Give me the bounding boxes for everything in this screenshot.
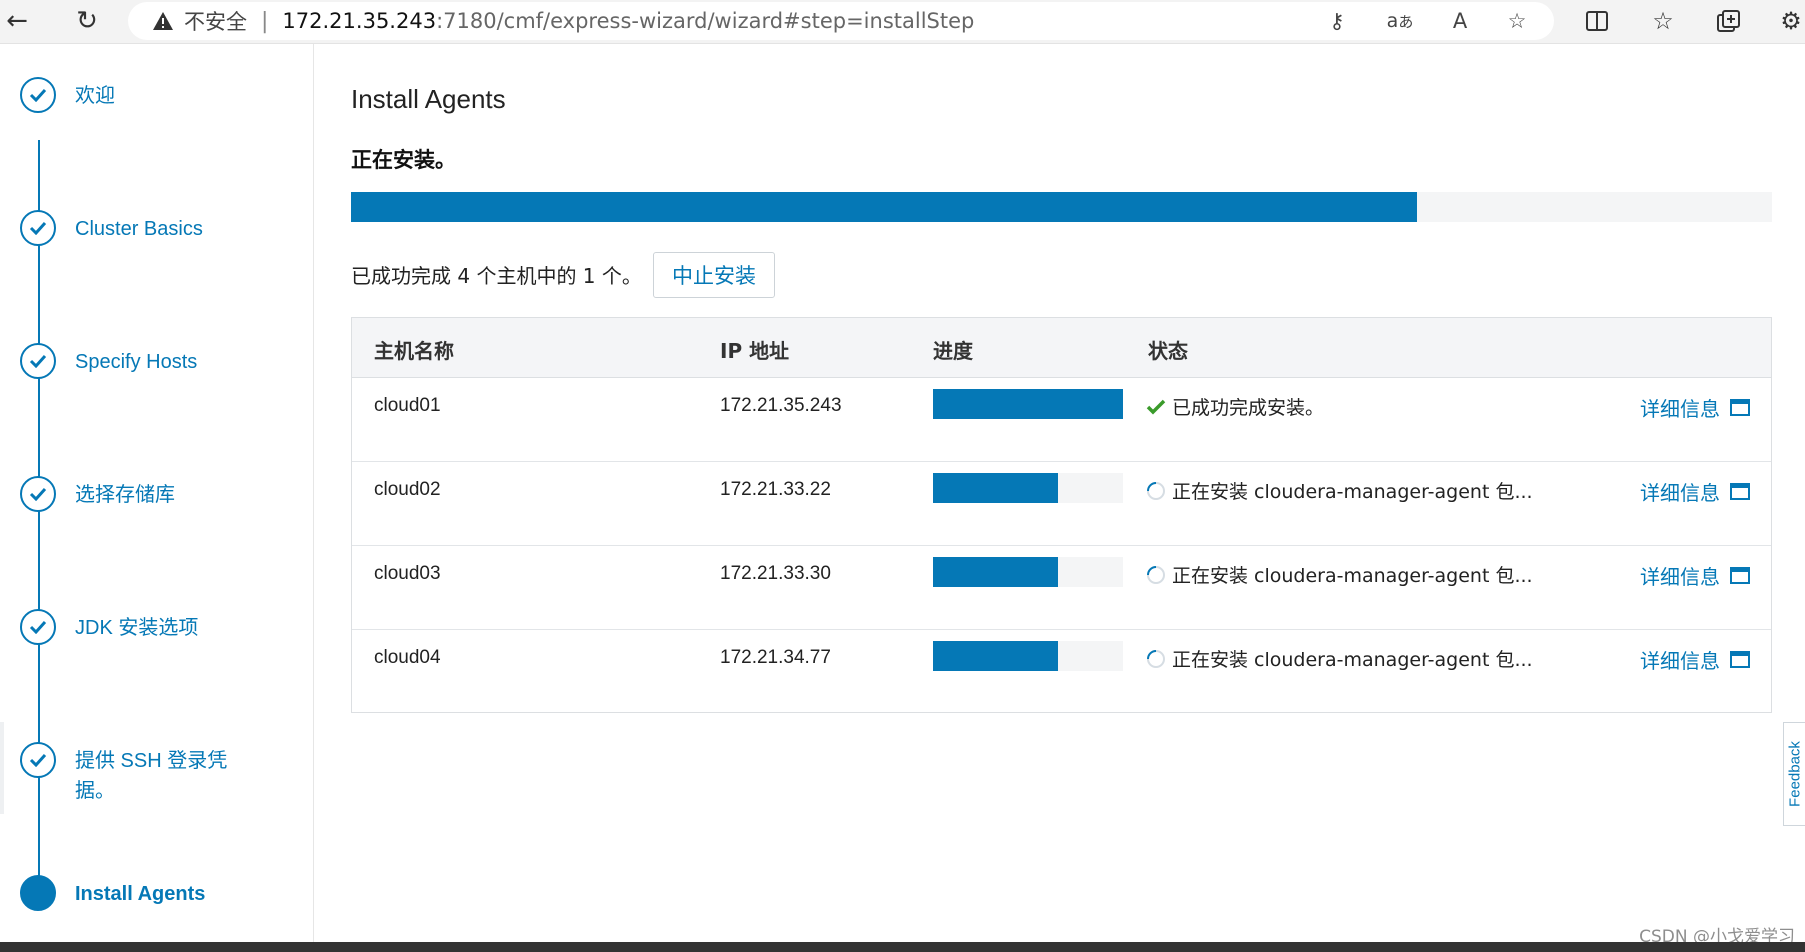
warning-icon	[153, 12, 173, 30]
feedback-tab[interactable]: Feedback	[1783, 722, 1805, 826]
host-progress-fill	[933, 473, 1059, 503]
step-label: 选择存储库	[75, 484, 175, 506]
host-progress-bar	[933, 557, 1123, 587]
split-screen-icon[interactable]	[1580, 4, 1614, 38]
host-status: 正在安装 cloudera-manager-agent 包...	[1146, 477, 1533, 504]
column-header-ip: IP 地址	[720, 339, 790, 363]
key-icon[interactable]: ⚷	[1320, 4, 1354, 38]
host-status: 正在安装 cloudera-manager-agent 包...	[1146, 561, 1533, 588]
step-ssh-credentials[interactable]: 提供 SSH 登录凭据。	[20, 742, 265, 806]
table-row: cloud04 172.21.34.77 正在安装 cloudera-manag…	[352, 631, 1771, 714]
window-icon	[1730, 399, 1750, 416]
url-path: :7180/cmf/express-wizard/wizard#step=ins…	[436, 9, 975, 33]
overall-progress-bar	[351, 192, 1772, 222]
check-icon	[20, 343, 56, 379]
left-feedback-tab[interactable]	[0, 722, 4, 814]
host-ip: 172.21.35.243	[720, 395, 842, 416]
refresh-icon[interactable]: ↻	[70, 4, 104, 38]
host-name: cloud02	[374, 479, 441, 500]
step-label: Install Agents	[75, 883, 206, 905]
active-step-dot-icon	[20, 875, 56, 911]
host-status-text: 正在安装 cloudera-manager-agent 包...	[1172, 481, 1533, 503]
host-progress-fill	[933, 557, 1059, 587]
favorites-list-icon[interactable]: ☆	[1646, 4, 1680, 38]
step-welcome[interactable]: 欢迎	[20, 77, 265, 113]
host-status-text: 正在安装 cloudera-manager-agent 包...	[1172, 565, 1533, 587]
favorite-star-icon[interactable]: ☆	[1500, 4, 1534, 38]
step-label: 提供 SSH 登录凭据。	[75, 750, 228, 802]
host-table: 主机名称 IP 地址 进度 状态 cloud01 172.21.35.243 已…	[351, 317, 1772, 713]
step-jdk-options[interactable]: JDK 安装选项	[20, 609, 265, 645]
step-specify-hosts[interactable]: Specify Hosts	[20, 343, 265, 379]
table-row: cloud03 172.21.33.30 正在安装 cloudera-manag…	[352, 547, 1771, 630]
step-cluster-basics[interactable]: Cluster Basics	[20, 210, 265, 246]
step-install-agents[interactable]: Install Agents	[20, 875, 265, 911]
install-status-heading: 正在安装。	[351, 148, 456, 172]
details-link[interactable]: 详细信息	[1640, 561, 1750, 590]
step-label: Specify Hosts	[75, 351, 198, 373]
host-progress-fill	[933, 641, 1059, 671]
host-ip: 172.21.33.30	[720, 563, 831, 584]
host-ip: 172.21.33.22	[720, 479, 831, 500]
column-header-status: 状态	[1148, 339, 1188, 363]
overall-progress-fill	[351, 192, 1417, 222]
host-status-text: 正在安装 cloudera-manager-agent 包...	[1172, 649, 1533, 671]
host-status: 正在安装 cloudera-manager-agent 包...	[1146, 645, 1533, 672]
collections-icon[interactable]	[1712, 4, 1746, 38]
table-header: 主机名称 IP 地址 进度 状态	[352, 318, 1771, 378]
install-summary: 已成功完成 4 个主机中的 1 个。	[351, 264, 642, 288]
check-icon	[20, 476, 56, 512]
table-row: cloud02 172.21.33.22 正在安装 cloudera-manag…	[352, 463, 1771, 546]
window-icon	[1730, 483, 1750, 500]
spinner-icon	[1146, 649, 1166, 669]
extensions-icon[interactable]: ⚙	[1774, 4, 1805, 38]
host-name: cloud01	[374, 395, 441, 416]
host-progress-bar	[933, 389, 1123, 419]
host-status: 已成功完成安装。	[1146, 393, 1324, 420]
column-header-host: 主机名称	[374, 339, 454, 363]
details-link[interactable]: 详细信息	[1640, 645, 1750, 674]
check-icon	[20, 210, 56, 246]
host-progress-bar	[933, 641, 1123, 671]
details-link-label: 详细信息	[1640, 565, 1720, 589]
host-ip: 172.21.34.77	[720, 647, 831, 668]
feedback-label: Feedback	[1786, 741, 1803, 807]
host-progress-bar	[933, 473, 1123, 503]
step-select-repository[interactable]: 选择存储库	[20, 476, 265, 512]
url-host: 172.21.35.243	[282, 9, 437, 33]
window-bottom-edge	[0, 942, 1805, 952]
step-label: 欢迎	[75, 85, 115, 107]
host-name: cloud03	[374, 563, 441, 584]
step-label: JDK 安装选项	[75, 617, 199, 639]
read-aloud-icon[interactable]: A	[1443, 4, 1477, 38]
host-progress-fill	[933, 389, 1123, 419]
translate-icon[interactable]: aあ	[1383, 4, 1417, 38]
column-header-progress: 进度	[933, 339, 973, 363]
host-status-text: 已成功完成安装。	[1172, 397, 1325, 419]
table-row: cloud01 172.21.35.243 已成功完成安装。 详细信息	[352, 379, 1771, 462]
window-icon	[1730, 567, 1750, 584]
wizard-sidebar: 欢迎 Cluster Basics Specify Hosts 选择存储库 JD…	[0, 44, 314, 942]
abort-install-button[interactable]: 中止安装	[653, 252, 775, 298]
success-check-icon	[1146, 397, 1166, 417]
page-title: Install Agents	[351, 84, 506, 114]
check-icon	[20, 77, 56, 113]
window-icon	[1730, 651, 1750, 668]
details-link-label: 详细信息	[1640, 649, 1720, 673]
back-arrow-icon[interactable]: ←	[0, 4, 34, 38]
details-link-label: 详细信息	[1640, 397, 1720, 421]
check-icon	[20, 609, 56, 645]
spinner-icon	[1146, 481, 1166, 501]
check-icon	[20, 742, 56, 778]
host-name: cloud04	[374, 647, 441, 668]
insecure-label: 不安全	[184, 10, 247, 34]
details-link[interactable]: 详细信息	[1640, 477, 1750, 506]
details-link-label: 详细信息	[1640, 481, 1720, 505]
browser-toolbar: ← ↻ 不安全 | 172.21.35.243 :7180/cmf/expres…	[0, 0, 1805, 44]
step-label: Cluster Basics	[75, 218, 203, 240]
url-separator: |	[261, 8, 269, 34]
details-link[interactable]: 详细信息	[1640, 393, 1750, 422]
spinner-icon	[1146, 565, 1166, 585]
